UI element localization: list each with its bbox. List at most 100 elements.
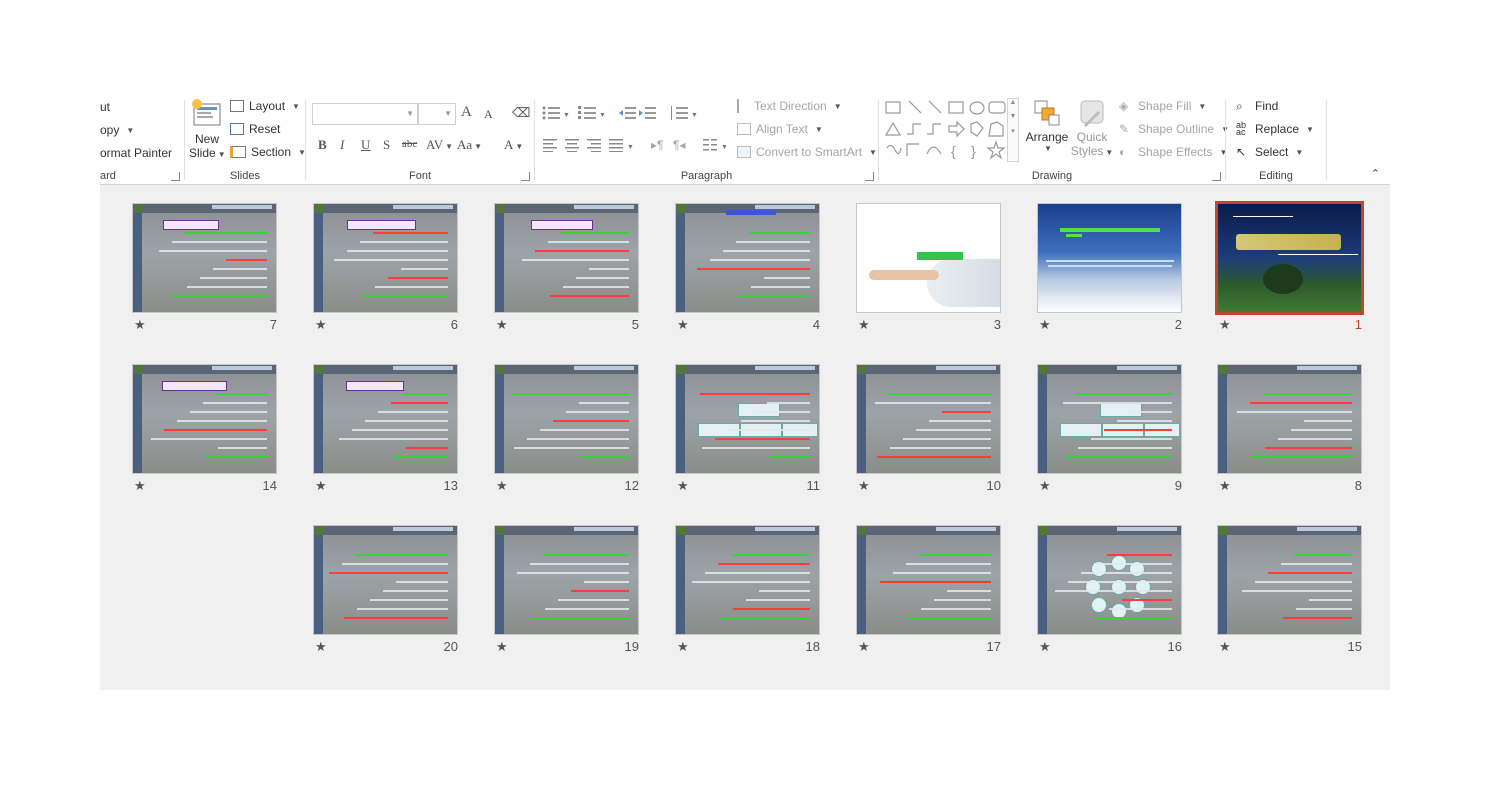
new-slide-button[interactable]: New Slide ▼ xyxy=(189,98,226,166)
slide-number: 5 xyxy=(631,317,639,332)
animation-star-icon[interactable]: ★ xyxy=(677,639,689,655)
slide-thumbnail[interactable] xyxy=(1037,203,1182,313)
animation-star-icon[interactable]: ★ xyxy=(1219,639,1231,655)
paragraph-group: ▼ ▼ ▼ ▼ ▸¶ ¶◂ ▼ Text Direction ▼ Align T… xyxy=(535,96,878,184)
slide-thumbnail[interactable] xyxy=(132,364,277,474)
animation-star-icon[interactable]: ★ xyxy=(677,317,689,333)
slide-thumbnail[interactable] xyxy=(675,525,820,635)
clear-format-icon[interactable]: ⌫ xyxy=(512,105,530,121)
align-left-icon[interactable] xyxy=(543,138,559,152)
replace-button[interactable]: ab ac Replace ▼ xyxy=(1236,121,1314,137)
strikethrough-button[interactable]: abc xyxy=(402,138,417,150)
slide-thumbnail[interactable] xyxy=(1217,364,1362,474)
slide-thumbnail[interactable] xyxy=(132,203,277,313)
change-case-button[interactable]: Aa ▼ xyxy=(457,137,482,153)
animation-star-icon[interactable]: ★ xyxy=(315,478,327,494)
animation-star-icon[interactable]: ★ xyxy=(134,317,146,333)
slide-thumbnail[interactable] xyxy=(494,525,639,635)
animation-star-icon[interactable]: ★ xyxy=(1219,478,1231,494)
numbering-icon[interactable]: ▼ xyxy=(577,105,607,121)
bullets-icon[interactable]: ▼ xyxy=(541,105,571,121)
ltr-icon[interactable]: ▸¶ xyxy=(651,138,663,152)
font-color-button[interactable]: A ▼ xyxy=(504,137,523,153)
section-button[interactable]: Section ▼ xyxy=(230,145,306,159)
convert-smartart-button[interactable]: Convert to SmartArt ▼ xyxy=(737,145,877,159)
shrink-font-button[interactable]: A xyxy=(484,107,493,122)
slide-number: 19 xyxy=(624,639,639,654)
animation-star-icon[interactable]: ★ xyxy=(1039,317,1051,333)
columns-icon[interactable]: ▼ xyxy=(703,138,731,152)
slide-thumbnail[interactable] xyxy=(1037,364,1182,474)
shapes-gallery[interactable]: {} xyxy=(883,98,1023,162)
animation-star-icon[interactable]: ★ xyxy=(496,639,508,655)
animation-star-icon[interactable]: ★ xyxy=(858,639,870,655)
increase-indent-icon[interactable] xyxy=(639,105,657,121)
clipboard-group: ut opy▼ ormat Painter ard . xyxy=(100,96,184,184)
animation-star-icon[interactable]: ★ xyxy=(134,478,146,494)
find-button[interactable]: ⌕ Find xyxy=(1236,99,1278,113)
slide-thumbnail[interactable] xyxy=(1217,525,1362,635)
select-button[interactable]: ↖ Select ▼ xyxy=(1236,145,1303,159)
slide-thumbnail[interactable] xyxy=(313,364,458,474)
align-right-icon[interactable] xyxy=(587,138,603,152)
animation-star-icon[interactable]: ★ xyxy=(496,317,508,333)
animation-star-icon[interactable]: ★ xyxy=(858,478,870,494)
slide-thumbnail[interactable] xyxy=(856,364,1001,474)
shape-fill-button[interactable]: ◈ Shape Fill ▼ xyxy=(1119,99,1206,113)
slide-thumbnail[interactable] xyxy=(313,203,458,313)
arrange-button[interactable]: Arrange ▼ xyxy=(1024,98,1070,153)
dialog-launcher-icon[interactable]: . xyxy=(171,172,180,181)
align-center-icon[interactable] xyxy=(565,138,581,152)
line-spacing-icon[interactable]: ▼ xyxy=(669,105,699,121)
animation-star-icon[interactable]: ★ xyxy=(315,317,327,333)
dialog-launcher-icon[interactable]: . xyxy=(865,172,874,181)
dialog-launcher-icon[interactable]: . xyxy=(1212,172,1221,181)
layout-button[interactable]: Layout ▼ xyxy=(230,99,300,113)
cut-button[interactable]: ut xyxy=(100,100,110,114)
rtl-icon[interactable]: ¶◂ xyxy=(673,138,685,152)
text-direction-icon xyxy=(737,99,749,113)
shadow-button[interactable]: S xyxy=(383,137,390,153)
font-group: ▼ ▼ A A ⌫ B I U S abc AV▼ Aa▼ A▼ Font . xyxy=(306,96,534,184)
svg-text:▼: ▼ xyxy=(599,112,606,119)
slide-thumbnail[interactable] xyxy=(675,203,820,313)
shape-effects-button[interactable]: ◐ Shape Effects ▼ xyxy=(1119,145,1227,159)
italic-button[interactable]: I xyxy=(340,137,344,153)
slide-thumbnail[interactable] xyxy=(1037,525,1182,635)
slide-thumbnail[interactable] xyxy=(856,525,1001,635)
collapse-ribbon-icon[interactable]: ⌃ xyxy=(1371,167,1380,180)
animation-star-icon[interactable]: ★ xyxy=(677,478,689,494)
slide-thumbnail[interactable] xyxy=(856,203,1001,313)
font-size-input[interactable]: ▼ xyxy=(418,103,456,125)
font-name-input[interactable]: ▼ xyxy=(312,103,418,125)
animation-star-icon[interactable]: ★ xyxy=(1219,317,1231,333)
animation-star-icon[interactable]: ★ xyxy=(858,317,870,333)
format-painter-button[interactable]: ormat Painter xyxy=(100,146,172,160)
animation-star-icon[interactable]: ★ xyxy=(1039,639,1051,655)
justify-icon[interactable]: ▼ xyxy=(609,138,637,152)
animation-star-icon[interactable]: ★ xyxy=(1039,478,1051,494)
slide-thumbnail[interactable] xyxy=(494,203,639,313)
align-text-button[interactable]: Align Text ▼ xyxy=(737,122,823,136)
text-direction-button[interactable]: Text Direction ▼ xyxy=(737,99,842,113)
decrease-indent-icon[interactable] xyxy=(619,105,637,121)
character-spacing-button[interactable]: AV ▼ xyxy=(426,137,453,153)
slide-thumbnail[interactable] xyxy=(494,364,639,474)
slide-number: 6 xyxy=(450,317,458,332)
quick-styles-button[interactable]: Quick Styles ▼ xyxy=(1069,98,1115,158)
reset-button[interactable]: Reset xyxy=(230,122,280,136)
copy-button[interactable]: opy ▼ xyxy=(100,123,134,137)
slide-thumbnail[interactable] xyxy=(675,364,820,474)
shapes-scroll[interactable]: ▲ ▼ ▾ xyxy=(1007,98,1019,162)
quick-styles-icon xyxy=(1080,100,1104,128)
animation-star-icon[interactable]: ★ xyxy=(315,639,327,655)
slide-thumbnail[interactable] xyxy=(313,525,458,635)
bold-button[interactable]: B xyxy=(318,137,327,153)
dialog-launcher-icon[interactable]: . xyxy=(521,172,530,181)
grow-font-button[interactable]: A xyxy=(461,104,472,121)
animation-star-icon[interactable]: ★ xyxy=(496,478,508,494)
shape-outline-button[interactable]: ✎ Shape Outline▼ xyxy=(1119,122,1229,136)
layout-icon xyxy=(230,100,244,112)
slide-thumbnail[interactable] xyxy=(1215,201,1364,315)
underline-button[interactable]: U xyxy=(361,137,370,153)
